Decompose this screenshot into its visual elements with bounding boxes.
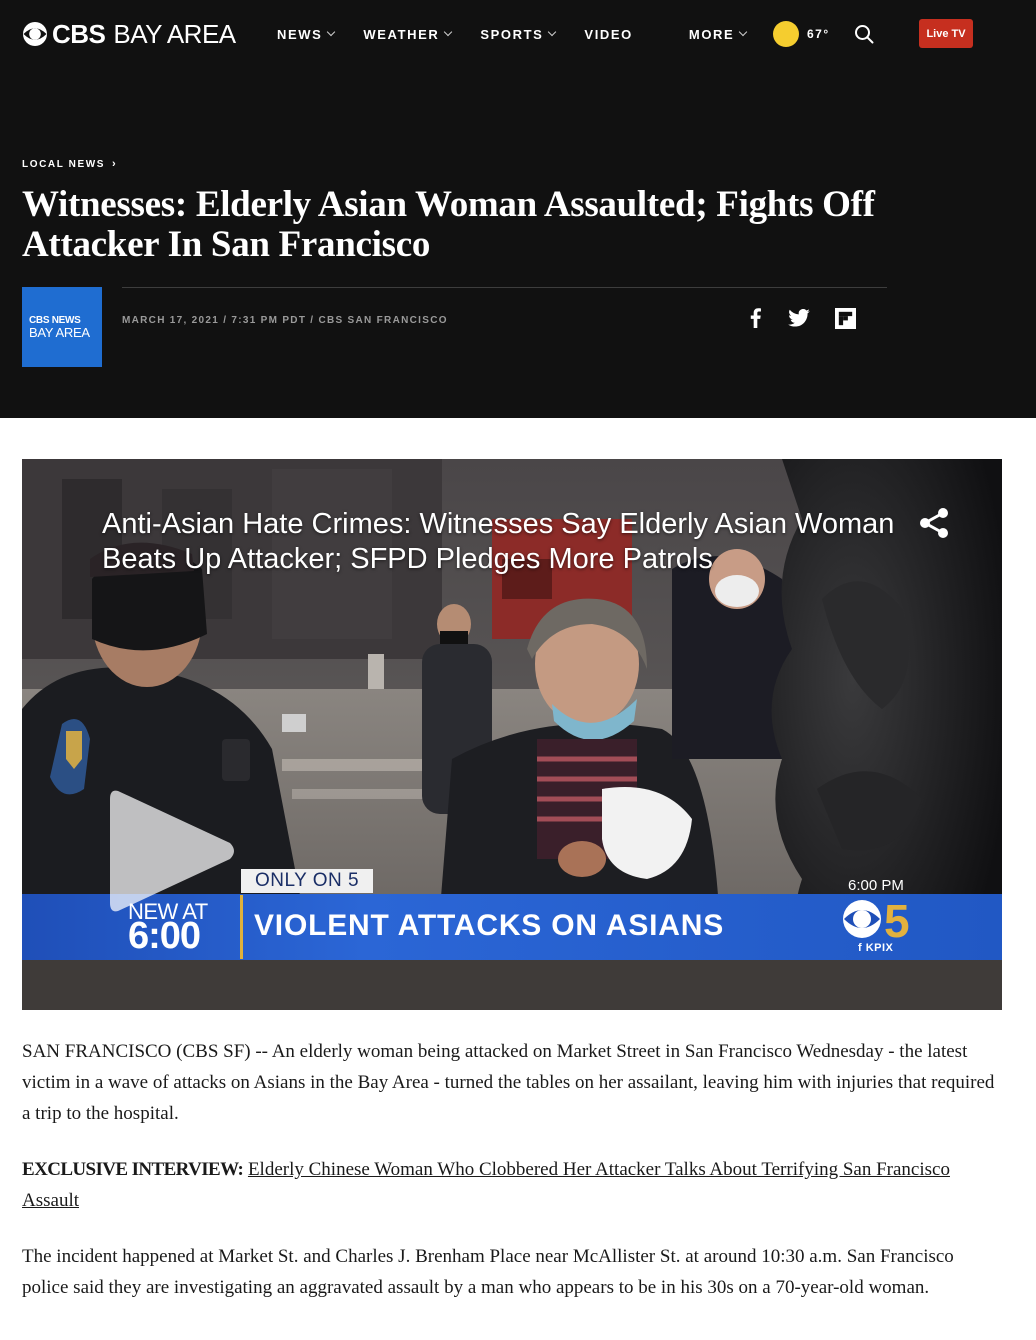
temperature: 67° (807, 27, 830, 41)
station-logo[interactable]: CBS NEWS BAY AREA (22, 287, 102, 367)
flipboard-share-button[interactable] (834, 307, 856, 329)
lower-third-headline: VIOLENT ATTACKS ON ASIANS (254, 909, 724, 942)
cbs-eye-icon (23, 22, 47, 46)
nav-item-news[interactable]: NEWS (277, 26, 336, 42)
article-paragraph-exclusive: EXCLUSIVE INTERVIEW: Elderly Chinese Wom… (22, 1154, 1002, 1216)
weather-widget[interactable]: 67° (773, 21, 830, 47)
twitter-icon (788, 309, 810, 327)
top-header: CBS BAY AREA NEWS WEATHER SPORTS VIDEO M… (0, 0, 1036, 418)
search-icon[interactable] (854, 24, 874, 44)
play-icon[interactable] (100, 781, 240, 921)
exclusive-tag: ONLY ON 5 (241, 869, 374, 893)
logo-brand: CBS (52, 18, 106, 49)
main-nav: NEWS WEATHER SPORTS VIDEO MORE (277, 25, 775, 43)
nav-item-more[interactable]: MORE (688, 26, 748, 42)
article-body: SAN FRANCISCO (CBS SF) -- An elderly wom… (22, 1036, 1002, 1328)
page-title: Witnesses: Elderly Asian Woman Assaulted… (22, 184, 875, 265)
sun-icon (773, 21, 799, 47)
nav-label: SPORTS (480, 26, 544, 42)
facebook-share-button[interactable] (744, 307, 766, 329)
chevron-right-icon: › (112, 158, 118, 170)
nav-label: NEWS (277, 26, 323, 42)
site-logo[interactable]: CBS BAY AREA (22, 18, 236, 49)
lower-third-clock: 6:00 PM (848, 877, 904, 894)
chevron-down-icon (327, 27, 336, 37)
nav-label: MORE (688, 26, 735, 42)
share-icon[interactable] (917, 506, 951, 540)
nav-item-video[interactable]: VIDEO (584, 27, 632, 42)
live-tv-button[interactable]: Live TV (919, 19, 973, 48)
station-logo-line2: BAY AREA (29, 324, 90, 340)
breadcrumb[interactable]: LOCAL NEWS › (22, 158, 117, 170)
logo-region: BAY AREA (113, 18, 236, 49)
exclusive-label: EXCLUSIVE INTERVIEW: (22, 1159, 244, 1180)
chevron-down-icon (548, 27, 557, 37)
article-paragraph: The incident happened at Market St. and … (22, 1246, 954, 1298)
divider (122, 287, 887, 288)
byline: MARCH 17, 2021 / 7:31 PM PDT / CBS SAN F… (122, 315, 448, 326)
breadcrumb-label: LOCAL NEWS (22, 158, 106, 170)
chevron-down-icon (444, 27, 453, 37)
video-title: Anti-Asian Hate Crimes: Witnesses Say El… (102, 508, 895, 575)
article-paragraph: SAN FRANCISCO (CBS SF) -- An elderly wom… (22, 1041, 995, 1124)
chevron-down-icon (739, 27, 748, 37)
nav-item-sports[interactable]: SPORTS (480, 26, 557, 42)
new-at-time: 6:00 (128, 915, 201, 957)
video-player[interactable]: Anti-Asian Hate Crimes: Witnesses Say El… (22, 459, 1002, 1010)
station-number: 5 (884, 897, 910, 947)
nav-item-weather[interactable]: WEATHER (363, 26, 453, 42)
facebook-icon (750, 308, 761, 328)
flipboard-icon (834, 307, 856, 329)
lower-third-separator (240, 895, 243, 959)
nav-label: WEATHER (363, 26, 440, 42)
nav-label: VIDEO (584, 26, 633, 42)
kpix-label: f KPIX (858, 942, 894, 954)
twitter-share-button[interactable] (788, 307, 810, 329)
